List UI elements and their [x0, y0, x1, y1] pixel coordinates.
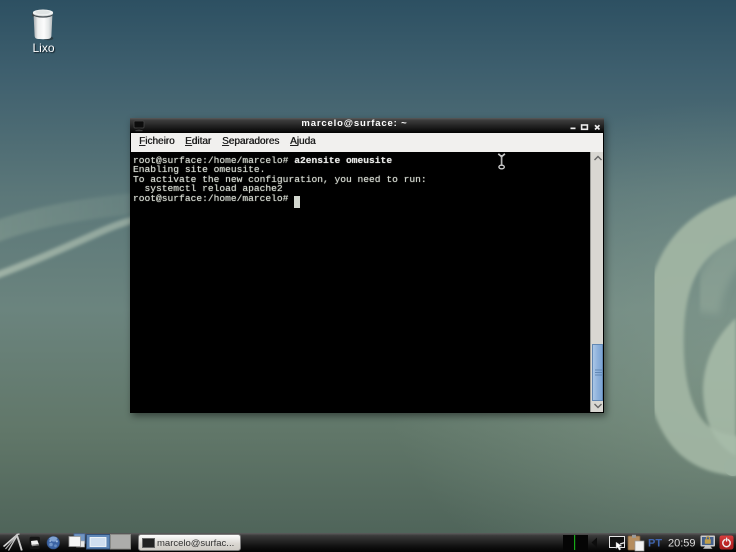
svg-text:20:59: 20:59 [668, 538, 696, 550]
svg-text:PT: PT [648, 538, 662, 550]
